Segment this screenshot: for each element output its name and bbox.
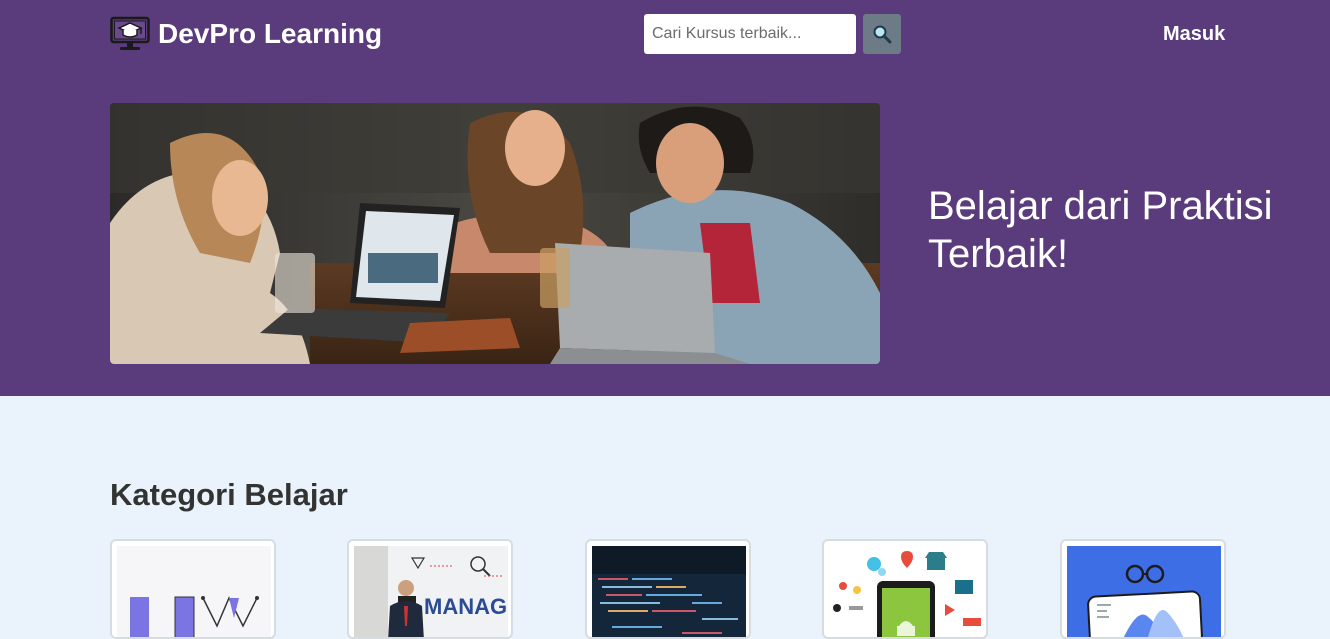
- android-app-illustration: [829, 546, 983, 637]
- hero-image: [110, 103, 880, 364]
- data-analytics-illustration: [1067, 546, 1221, 637]
- hero-heading: Belajar dari Praktisi Terbaik!: [928, 184, 1273, 276]
- svg-text:MANAGEM: MANAGEM: [424, 594, 508, 619]
- monitor-graduation-cap-icon: [110, 16, 150, 50]
- management-whiteboard-photo: MANAGEM: [354, 546, 508, 637]
- code-on-screen-photo: [592, 546, 746, 637]
- search-icon: [873, 25, 892, 44]
- brand-name: DevPro Learning: [158, 18, 383, 49]
- section-title: Kategori Belajar: [110, 477, 348, 512]
- category-card-management[interactable]: MANAGEM: [347, 539, 513, 639]
- search-input[interactable]: [644, 14, 856, 54]
- category-card-programming[interactable]: [585, 539, 751, 639]
- category-card-android[interactable]: [822, 539, 988, 639]
- logo[interactable]: DevPro Learning: [110, 15, 382, 53]
- category-card-data-science[interactable]: [1060, 539, 1226, 639]
- search-button[interactable]: [863, 14, 901, 54]
- header: DevPro Learning Masuk: [0, 0, 1330, 396]
- category-card-ui-design[interactable]: [110, 539, 276, 639]
- ui-design-illustration: [117, 546, 271, 637]
- login-link[interactable]: Masuk: [1163, 22, 1225, 46]
